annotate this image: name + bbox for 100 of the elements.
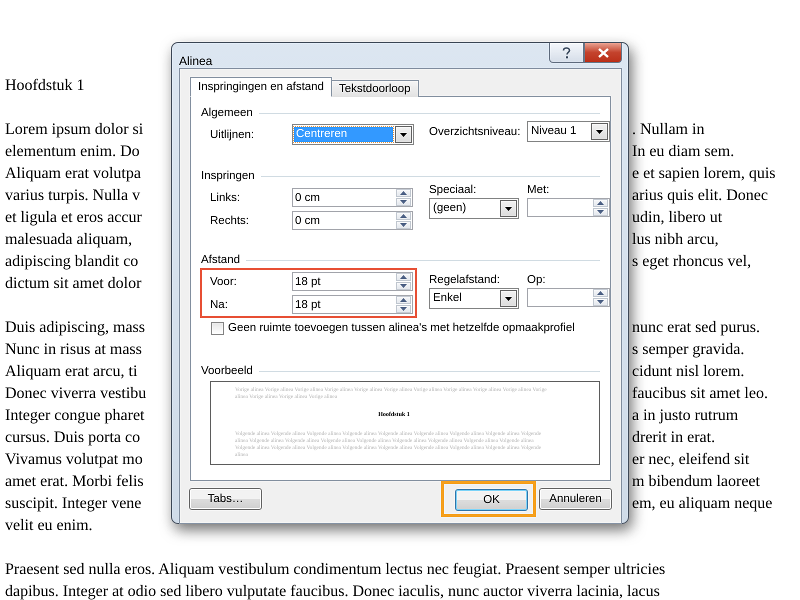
spin-down-button[interactable] — [396, 282, 411, 290]
document-text: cursus. Duis porta co — [5, 428, 140, 448]
field-label: Rechts: — [210, 214, 250, 226]
down-arrow-icon — [400, 200, 407, 204]
document-text: Duis adipiscing, mass — [5, 318, 145, 338]
help-icon — [562, 46, 571, 58]
document-text: nunc erat sed purus. — [632, 318, 760, 338]
spin-down-button[interactable] — [593, 208, 608, 216]
right-indent-field[interactable]: 0 cm — [292, 211, 413, 230]
section-heading: Afstand — [201, 254, 240, 266]
checkbox[interactable] — [211, 322, 224, 334]
field-label: Met: — [527, 184, 550, 196]
dialog-button[interactable]: Annuleren — [539, 488, 612, 510]
close-icon — [598, 48, 608, 58]
help-button[interactable] — [549, 43, 584, 63]
caret-icon — [505, 296, 512, 300]
window-title: Alinea — [179, 54, 212, 68]
tab[interactable]: Inspringingen en afstand — [190, 77, 332, 97]
line-spacing-dropdown[interactable]: Enkel — [429, 288, 519, 309]
field-label: Na: — [210, 298, 229, 310]
spin-down-button[interactable] — [396, 305, 411, 313]
spin-up-button[interactable] — [593, 289, 608, 297]
document-text: Hoofdstuk 1 — [5, 76, 85, 96]
spin-up-button[interactable] — [396, 296, 411, 304]
dropdown-button[interactable] — [500, 200, 517, 217]
spin-up-button[interactable] — [593, 199, 608, 207]
caret-icon — [505, 206, 512, 210]
spacing-after-field[interactable]: 18 pt — [292, 295, 413, 314]
dropdown-button[interactable] — [500, 290, 517, 307]
dropdown-button[interactable] — [395, 126, 412, 143]
document-text: m bibendum laoreet — [632, 472, 760, 492]
caret-icon — [400, 132, 407, 136]
up-arrow-icon — [400, 191, 407, 195]
document-text: s eget rhoncus vel, — [632, 252, 752, 272]
section-heading: Voorbeeld — [201, 365, 253, 377]
document-text: . Nullam in — [632, 120, 704, 140]
document-text: Praesent sed nulla eros. Aliquam vestibulum condimentum lectus nec feugiat. Praesent semper ultricies — [5, 560, 666, 580]
document-text: s semper gravida. — [632, 340, 744, 360]
ok-button[interactable]: OK — [455, 489, 528, 511]
down-arrow-icon — [400, 307, 407, 311]
spin-down-button[interactable] — [593, 298, 608, 306]
outline-level-dropdown[interactable]: Niveau 1 — [527, 121, 610, 142]
document-text: dictum sit amet dolor — [5, 274, 142, 294]
document-text: drerit in erat. — [632, 428, 716, 448]
down-arrow-icon — [597, 300, 604, 304]
section-heading: Algemeen — [201, 107, 253, 119]
spin-down-button[interactable] — [396, 221, 411, 229]
dropdown-button[interactable] — [591, 123, 608, 140]
field-label: Overzichtsniveau: — [429, 126, 520, 138]
up-arrow-icon — [400, 275, 407, 279]
section-heading: Inspringen — [201, 170, 255, 182]
field-label: Regelafstand: — [429, 274, 500, 286]
caret-icon — [596, 130, 603, 134]
left-indent-field[interactable]: 0 cm — [292, 188, 413, 207]
document-text: velit eu enim. — [5, 516, 93, 536]
spin-up-button[interactable] — [396, 212, 411, 220]
document-text: Vivamus volutpat mo — [5, 450, 143, 470]
document-text: Integer congue pharet — [5, 406, 144, 426]
up-arrow-icon — [597, 201, 604, 205]
document-text: malesuada aliquam, — [5, 230, 132, 250]
document-text: elementum enim. Do — [5, 142, 140, 162]
document-text: udin, libero ut — [632, 208, 722, 228]
spacing-before-field[interactable]: 18 pt — [292, 272, 413, 291]
checkbox-label: Geen ruimte toevoegen tussen alinea's met hetzelfde opmaakprofiel — [228, 322, 575, 334]
spin-up-button[interactable] — [396, 273, 411, 281]
field-label: Op: — [527, 274, 546, 286]
document-text: adipiscing blandit co — [5, 252, 138, 272]
dialog-button[interactable]: Tabs… — [189, 488, 262, 510]
document-text: In eu diam sem. — [632, 142, 734, 162]
spin-down-button[interactable] — [396, 198, 411, 206]
document-text: cidunt nisl lorem. — [632, 362, 744, 382]
field-label: Links: — [210, 192, 242, 204]
up-arrow-icon — [597, 291, 604, 295]
document-text: varius turpis. Nulla v — [5, 186, 140, 206]
close-button[interactable] — [584, 43, 622, 63]
document-text: et ligula et eros accur — [5, 208, 142, 228]
down-arrow-icon — [597, 210, 604, 214]
down-arrow-icon — [400, 223, 407, 227]
spin-up-button[interactable] — [396, 189, 411, 197]
document-text: Aliquam erat arcu, ti — [5, 362, 138, 382]
document-text: em, eu aliquam neque — [632, 494, 772, 514]
document-text: Donec viverra vestibu — [5, 384, 146, 404]
document-text: e et sapien lorem, quis — [632, 164, 776, 184]
document-text: amet erat. Morbi felis — [5, 472, 144, 492]
document-text: Lorem ipsum dolor si — [5, 120, 144, 140]
field-label: Speciaal: — [429, 184, 476, 196]
document-text: a in justo rutrum — [632, 406, 738, 426]
document-text: dapibus. Integer at odio sed libero vulputate faucibus. Donec iaculis, nunc auctor viverra lacinia, lacus — [5, 582, 660, 600]
down-arrow-icon — [400, 284, 407, 288]
special-indent-dropdown[interactable]: (geen) — [429, 198, 519, 219]
document-text: lus nibh arcu, — [632, 230, 719, 250]
document-text: Aliquam erat volutpa — [5, 164, 141, 184]
document-text: Nunc in risus at mass — [5, 340, 142, 360]
tab[interactable]: Tekstdoorloop — [330, 80, 419, 97]
document-text: suscipit. Integer vene — [5, 494, 142, 514]
field-label: Uitlijnen: — [210, 128, 256, 140]
up-arrow-icon — [400, 214, 407, 218]
document-text: faucibus sit amet leo. — [632, 384, 768, 404]
document-text: arius quis elit. Donec — [632, 186, 768, 206]
field-label: Voor: — [210, 276, 238, 288]
